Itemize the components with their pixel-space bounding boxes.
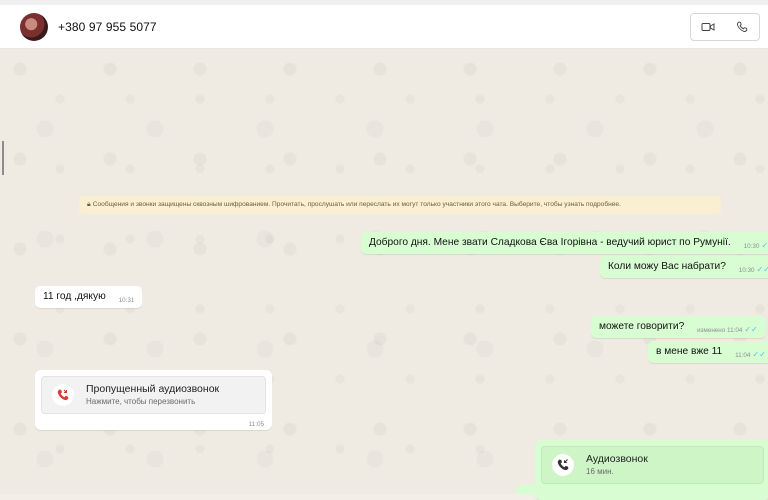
message-text: Коли можу Вас набрати? <box>608 261 726 272</box>
double-check-icon: ✓✓ <box>752 350 766 359</box>
video-camera-icon <box>701 23 715 31</box>
message-text: 11 год ,дякую <box>43 291 106 302</box>
message-time: 11:04 <box>735 352 751 359</box>
voice-call-button[interactable] <box>725 13 760 41</box>
video-call-button[interactable] <box>690 13 726 41</box>
message-time: 11:05 <box>248 421 264 428</box>
double-check-icon: ✓✓ <box>761 241 768 250</box>
audio-call-card[interactable]: Аудиозвонок 16 мин. <box>541 446 764 484</box>
double-check-icon: ✓✓ <box>756 265 768 274</box>
message-time: 10:30 <box>743 243 760 250</box>
message-bubble[interactable]: можете говорити? изменено 11:04 ✓✓ <box>591 316 766 338</box>
missed-call-icon <box>52 384 74 406</box>
chat-header: +380 97 955 5077 <box>0 5 768 49</box>
contact-name[interactable]: +380 97 955 5077 <box>58 20 157 34</box>
avatar[interactable] <box>20 13 48 41</box>
phone-icon <box>737 21 748 32</box>
message-text: можете говорити? <box>599 321 685 332</box>
message-time: 10:30 <box>738 267 755 274</box>
message-bubble-partial[interactable] <box>516 485 664 494</box>
message-bubble[interactable]: 11 год ,дякую 10:31 <box>35 286 143 308</box>
missed-call-subtitle: Нажмите, чтобы перезвонить <box>86 396 196 406</box>
missed-call-title: Пропущенный аудиозвонок <box>86 382 220 395</box>
missed-call-card[interactable]: Пропущенный аудиозвонок Нажмите, чтобы п… <box>41 376 266 414</box>
lock-icon: 🔒︎ <box>87 201 91 208</box>
double-check-icon: ✓✓ <box>744 325 758 334</box>
message-bubble[interactable]: Коли можу Вас набрати? 10:30 ✓✓ <box>600 256 768 278</box>
audio-call-duration: 16 мин. <box>586 466 614 476</box>
incoming-call-icon <box>552 454 574 476</box>
scrollbar-thumb[interactable] <box>2 141 4 175</box>
encryption-notice-text: Сообщения и звонки защищены сквозным шиф… <box>92 201 621 208</box>
message-time: 10:31 <box>118 297 135 304</box>
message-bubble[interactable]: в мене вже 11 11:04 ✓✓ <box>648 341 768 363</box>
message-text: Доброго дня. Мене звати Сладкова Єва Іго… <box>369 237 731 248</box>
message-bubble[interactable]: Доброго дня. Мене звати Сладкова Єва Іго… <box>361 232 768 254</box>
message-text: в мене вже 11 <box>656 346 723 357</box>
encryption-notice[interactable]: 🔒︎ Сообщения и звонки защищены сквозным ш… <box>79 196 721 214</box>
message-time: изменено 11:04 <box>697 327 743 334</box>
audio-call-title: Аудиозвонок <box>586 452 648 465</box>
missed-call-message[interactable]: Пропущенный аудиозвонок Нажмите, чтобы п… <box>35 370 272 430</box>
